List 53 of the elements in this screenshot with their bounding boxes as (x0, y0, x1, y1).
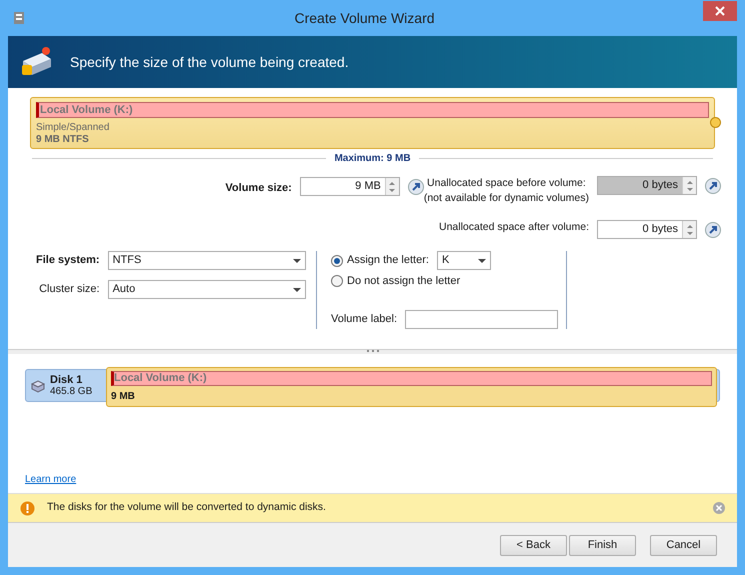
volume-type: Simple/Spanned (36, 122, 110, 134)
field-label: File system: (35, 253, 100, 268)
size-field[interactable]: 9 MB (300, 177, 400, 196)
radio-label: Assign the letter: (347, 253, 429, 268)
dialog-button[interactable]: Cancel (650, 534, 717, 556)
resize-handle[interactable] (710, 117, 721, 128)
radio-label: Do not assign the letter (347, 274, 460, 289)
spin-arrows-icon (686, 224, 694, 236)
dropdown-arrow-icon (478, 258, 486, 262)
field-value: 9 MB (354, 179, 382, 194)
volume-label-field[interactable] (405, 310, 558, 329)
field-label: Volume label: (331, 312, 398, 328)
dropdown-arrow-icon (293, 288, 301, 292)
field-label: Volume size: (225, 181, 292, 196)
volume-name: Local Volume (K:) (36, 102, 709, 118)
header-text: Specify the size of the volume being created. (70, 52, 349, 72)
maximum-label: Maximum: 9 MB (333, 152, 412, 166)
dropdown[interactable]: Auto (108, 280, 306, 299)
spin-arrows-icon (388, 180, 396, 192)
spin-arrows-icon (686, 180, 694, 192)
disk-capacity: 465.8 GB (50, 386, 92, 398)
dismiss-icon[interactable] (713, 502, 725, 514)
size-field[interactable]: 0 bytes (597, 220, 697, 239)
learn-more-link[interactable]: Learn more (25, 472, 76, 487)
field-value: 0 bytes (642, 222, 679, 238)
warning-icon (20, 500, 35, 516)
warning-text: The disks for the volume will be converted to dynamic disks. (47, 500, 327, 516)
dropdown-arrow-icon (293, 258, 301, 262)
disk-volume-block[interactable]: Local Volume (K:) 9 MB (106, 367, 717, 407)
window-title: Create Volume Wizard (293, 8, 436, 28)
splitter-grip-icon[interactable] (366, 350, 378, 353)
spin-buttons[interactable] (682, 221, 696, 238)
radio-button[interactable] (331, 254, 343, 266)
letter-dropdown[interactable]: K (436, 251, 491, 270)
field-label: Unallocated space after volume: (439, 220, 589, 235)
close-icon (715, 6, 725, 16)
field-label: Unallocated space before volume: (427, 176, 586, 191)
field-note: (not available for dynamic volumes) (424, 191, 589, 206)
volume-size: 9 MB (111, 390, 136, 404)
field-value: 0 bytes (642, 178, 679, 194)
field-label: Cluster size: (38, 282, 100, 298)
dialog-button[interactable]: < Back (500, 534, 567, 556)
spin-buttons[interactable] (384, 178, 399, 195)
volume-name: Local Volume (K:) (111, 371, 712, 386)
disk-name: Disk 1 (50, 374, 84, 386)
volume-size: 9 MB NTFS (36, 134, 90, 146)
dropdown[interactable]: NTFS (108, 251, 306, 270)
app-icon (12, 10, 26, 26)
volume-block[interactable]: Local Volume (K:) Simple/Spanned 9 MB NTFS (30, 97, 715, 149)
dialog-button[interactable]: Finish (569, 534, 636, 556)
close-button[interactable] (703, 1, 737, 21)
disk-icon (30, 378, 46, 394)
radio-button[interactable] (331, 275, 343, 288)
